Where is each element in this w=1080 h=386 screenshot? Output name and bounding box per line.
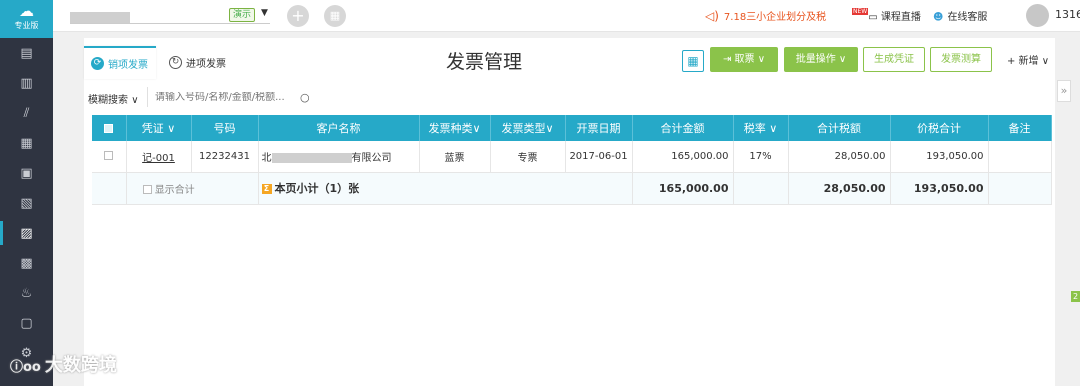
- cloud-icon: ☁: [19, 2, 34, 20]
- document-icon[interactable]: ▥: [0, 68, 53, 98]
- invoice-type: 专票: [490, 141, 566, 173]
- brand-logo[interactable]: ☁ 专业版: [0, 0, 53, 38]
- show-total-toggle[interactable]: 显示合计: [126, 172, 259, 205]
- expand-panel-icon[interactable]: »: [1057, 80, 1071, 102]
- company-name-redacted: [70, 12, 130, 23]
- stamp-icon[interactable]: ♨: [0, 278, 53, 308]
- import-icon: ⇥: [722, 54, 735, 65]
- book-icon[interactable]: ▧: [0, 188, 53, 218]
- invoice-kind: 蓝票: [419, 141, 491, 173]
- search-mode-select[interactable]: 模糊搜索 ∨: [88, 91, 139, 106]
- tab-purchase-invoice[interactable]: ↻ 进项发票: [162, 46, 234, 79]
- tab-sales-invoice[interactable]: ⟳ 销项发票: [84, 46, 156, 79]
- demo-tag: 演示: [229, 8, 256, 22]
- page-title: 发票管理: [446, 51, 523, 73]
- total-tax: 28,050.00: [788, 141, 891, 173]
- amount-with-tax: 193,050.00: [890, 141, 989, 173]
- qr-code-button[interactable]: ▦: [682, 50, 704, 72]
- caret-down-icon[interactable]: ▼: [261, 8, 268, 18]
- course-live-link[interactable]: NEW▭ 课程直播: [852, 8, 921, 23]
- add-account-icon[interactable]: +: [287, 5, 309, 27]
- qr-icon: ▦: [687, 54, 699, 68]
- purchase-icon: ↻: [169, 56, 182, 69]
- chevron-down-icon: ∨: [167, 122, 176, 135]
- service-icon: ☻: [933, 12, 944, 23]
- chevron-down-icon: ∨: [131, 95, 139, 106]
- column-header[interactable]: 凭证 ∨: [126, 115, 192, 141]
- notice-link[interactable]: ◁) 7.18三小企业划分及税: [705, 8, 826, 23]
- chart-icon[interactable]: ⫽: [0, 98, 53, 128]
- divider: [147, 87, 148, 107]
- left-sidebar: ☁ 专业版 ▤ ▥ ⫽ ▦ ▣ ▧ ▨ ▩ ♨ ▢ ⚙: [0, 0, 53, 386]
- table-row[interactable]: 记-001 12232431 北有限公司 蓝票 专票 2017-06-01 16…: [92, 141, 1052, 173]
- watermark: ⓘoo 大数跨境: [10, 355, 117, 376]
- remark: [988, 141, 1052, 173]
- issue-date: 2017-06-01: [565, 141, 633, 173]
- column-header: 开票日期: [565, 115, 633, 141]
- image-icon[interactable]: ▩: [0, 248, 53, 278]
- avatar[interactable]: [1026, 4, 1049, 27]
- calendar-icon[interactable]: ▣: [0, 158, 53, 188]
- subtotal-total: 193,050.00: [890, 172, 989, 205]
- table-header-row: 凭证 ∨ 号码 客户名称 发票种类∨ 发票类型∨ 开票日期 合计金额 税率 ∨ …: [92, 115, 1052, 141]
- online-service-link[interactable]: ☻ 在线客服: [933, 8, 987, 23]
- chevron-down-icon: ∨: [757, 54, 766, 65]
- column-header: 号码: [191, 115, 259, 141]
- invoice-icon[interactable]: ▨: [0, 218, 53, 248]
- row-checkbox[interactable]: [92, 141, 127, 173]
- column-header[interactable]: 发票类型∨: [490, 115, 566, 141]
- tax-rate: 17%: [733, 141, 789, 173]
- column-header: 合计税额: [788, 115, 891, 141]
- chevron-down-icon: ∨: [472, 122, 481, 135]
- sum-icon: Σ: [261, 184, 272, 194]
- edge-badge[interactable]: 2: [1071, 291, 1080, 302]
- subtotal-amount: 165,000.00: [632, 172, 734, 205]
- customer-name-redacted: [271, 152, 352, 163]
- chevron-down-icon: ∨: [1041, 56, 1050, 67]
- subtotal-row: 显示合计 Σ 本页小计（1）张 165,000.00 28,050.00 193,…: [92, 172, 1052, 205]
- building-icon[interactable]: ▦: [0, 128, 53, 158]
- invoice-table: 凭证 ∨ 号码 客户名称 发票种类∨ 发票类型∨ 开票日期 合计金额 税率 ∨ …: [92, 115, 1052, 205]
- customer-name: 北有限公司: [258, 141, 420, 173]
- sales-icon: ⟳: [91, 57, 104, 70]
- invoice-panel: ⟳ 销项发票 ↻ 进项发票 发票管理 ▦ ⇥ 取票 ∨ 批量操作 ∨ 生成凭证 …: [84, 38, 1055, 386]
- video-icon: ▭: [868, 12, 878, 23]
- batch-operation-button[interactable]: 批量操作 ∨: [784, 47, 858, 72]
- column-header: 客户名称: [258, 115, 420, 141]
- apps-grid-icon[interactable]: ▦: [324, 5, 346, 27]
- speaker-icon: ◁): [705, 9, 719, 23]
- search-input[interactable]: [155, 92, 305, 103]
- new-badge: NEW: [852, 8, 869, 15]
- select-all-checkbox[interactable]: [92, 115, 127, 141]
- invoice-number: 12232431: [191, 141, 259, 173]
- ledger-icon[interactable]: ▤: [0, 38, 53, 68]
- report-icon[interactable]: ▢: [0, 308, 53, 338]
- username[interactable]: 1316: [1055, 8, 1080, 21]
- chevron-down-icon: ∨: [545, 122, 554, 135]
- column-header: 合计金额: [632, 115, 734, 141]
- column-header[interactable]: 发票种类∨: [419, 115, 491, 141]
- column-header: 备注: [988, 115, 1052, 141]
- fetch-invoice-button[interactable]: ⇥ 取票 ∨: [710, 47, 778, 72]
- subtotal-label: Σ 本页小计（1）张: [258, 172, 633, 205]
- column-header: 价税合计: [890, 115, 989, 141]
- search-icon[interactable]: ○: [300, 91, 310, 104]
- chevron-down-icon: ∨: [769, 122, 778, 135]
- brand-label: 专业版: [14, 21, 39, 30]
- top-header: 演示 ▼ + ▦ ◁) 7.18三小企业划分及税 NEW▭ 课程直播 ☻ 在线客服 …: [53, 0, 1080, 32]
- chevron-down-icon: ∨: [838, 54, 847, 65]
- column-header[interactable]: 税率 ∨: [733, 115, 789, 141]
- generate-voucher-button[interactable]: 生成凭证: [863, 47, 925, 72]
- add-button[interactable]: + 新增 ∨: [1007, 52, 1049, 67]
- subtotal-tax: 28,050.00: [788, 172, 891, 205]
- total-amount: 165,000.00: [632, 141, 734, 173]
- tax-calculation-button[interactable]: 发票测算: [930, 47, 992, 72]
- voucher-link[interactable]: 记-001: [126, 141, 192, 173]
